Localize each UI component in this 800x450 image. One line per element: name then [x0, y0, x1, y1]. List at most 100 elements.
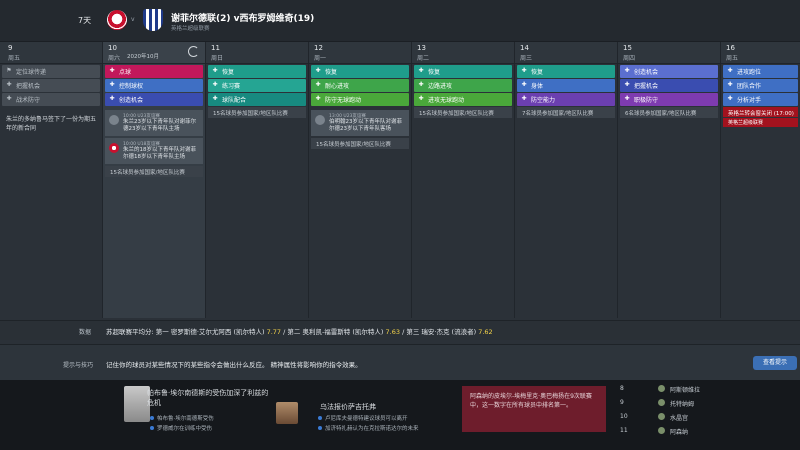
news-note[interactable]: 朱兰的多纳鲁马签下了一份为期五年的新合同	[0, 107, 102, 141]
session-slot[interactable]: ✚ 进攻跑位	[723, 65, 798, 78]
vs-label: v	[131, 16, 135, 23]
international-duty-note[interactable]: 15名球员参加国家/地区队比赛	[311, 138, 409, 149]
day-header: 13 周二	[412, 42, 514, 64]
session-slot[interactable]: ✚ 防空能力	[517, 93, 615, 106]
club-badge-icon	[109, 143, 119, 153]
day-column-12: 12 周一 ✚ 恢复 ✚ 耐心进攻 ✚ 防守无球跑动 13:00 U23友谊赛 伯明翰…	[309, 42, 412, 318]
aerial-icon: ✚	[521, 95, 527, 102]
attack-icon: ✚	[109, 95, 115, 102]
attack-icon: ✚	[315, 81, 321, 88]
session-slot[interactable]: ✚ 恢复	[311, 65, 409, 78]
news-bullet[interactable]: 卢尼库夫曼德特建议球员可以离开	[318, 414, 408, 424]
stats-label: 数据	[79, 329, 92, 336]
friendly-match-event[interactable]: 13:00 U23友谊赛 伯明翰23岁以下青年队对谢菲尔德23岁以下青年队客场	[311, 110, 409, 136]
table-row[interactable]: 8 阿斯顿维拉	[618, 382, 778, 396]
attack-icon: ✚	[727, 67, 733, 74]
session-slot[interactable]: ✚ 创造机会	[105, 93, 203, 106]
club-badge-icon	[658, 385, 665, 392]
club-badge-icon	[658, 399, 665, 406]
day-number: 11	[211, 44, 220, 52]
day-name: 周四	[623, 55, 636, 62]
session-slot[interactable]: ✚ 控制球权	[105, 79, 203, 92]
day-column-9: 9 周五 ⚑ 定位球传递 ✚ 把握机会 ✚ 战术防守 朱兰的多纳鲁马签下了一份为期五年…	[0, 42, 103, 318]
day-header: 16 周五	[721, 42, 800, 64]
competition-name[interactable]: 英格兰超级联赛	[171, 24, 210, 32]
day-header: 12 周一	[309, 42, 411, 64]
day-name: 周日	[211, 55, 224, 62]
international-duty-note[interactable]: 6名球员参加国家/地区队比赛	[620, 107, 718, 118]
session-slot[interactable]: ✚ 职极防守	[620, 93, 718, 106]
day-number: 9	[8, 44, 13, 52]
league-average-ratings[interactable]: 苏超联赛平均分: 第一 密罗斯德·艾尔尤阿西 (凯尔特人) 7.77 / 第二 …	[106, 326, 493, 336]
club-badge-icon	[658, 413, 665, 420]
refresh-icon[interactable]	[188, 46, 199, 57]
view-tip-button[interactable]: 查看提示	[753, 356, 797, 370]
recovery-icon: ✚	[521, 67, 527, 74]
international-duty-note[interactable]: 15名球员参加国家/地区队比赛	[414, 107, 512, 118]
news-bullet[interactable]: 罗德威尔在训练中受伤	[150, 424, 212, 434]
recovery-icon: ✚	[212, 67, 218, 74]
attack-icon: ✚	[6, 81, 12, 88]
analysis-icon: ✚	[727, 95, 733, 102]
session-slot[interactable]: ✚ 球队配合	[208, 93, 306, 106]
news-headline[interactable]: 乌法报价萨吉托弗	[320, 402, 376, 412]
attack-icon: ✚	[624, 67, 630, 74]
session-slot[interactable]: ✚ 防守无球跑动	[311, 93, 409, 106]
news-bullet[interactable]: 帕布鲁·埃尔南德斯受伤	[150, 414, 214, 424]
teamwork-icon: ✚	[727, 81, 733, 88]
session-slot[interactable]: ✚ 恢复	[208, 65, 306, 78]
west-brom-crest-icon[interactable]	[143, 9, 163, 31]
friendly-match-event[interactable]: 10:00 U18友谊赛 朱兰的18岁以下青年队对谢菲尔德18岁以下青年队主场	[105, 138, 203, 164]
sheffield-united-crest-icon[interactable]	[107, 10, 127, 30]
session-slot[interactable]: ✚ 把握机会	[2, 79, 100, 92]
transfer-window-competition[interactable]: 英格兰超级联赛	[723, 118, 798, 127]
table-row[interactable]: 10 水晶宫	[618, 410, 778, 424]
tip-text: 记住你的球员对某些情况下的某些指令会做出什么反应。 精神属性将影响你的指令效果。	[106, 361, 362, 369]
session-slot[interactable]: ⚑ 定位球传递	[2, 65, 100, 78]
month-label: 2020年10月	[127, 54, 159, 60]
movement-icon: ✚	[418, 95, 424, 102]
session-slot[interactable]: ✚ 分析对手	[723, 93, 798, 106]
stat-highlight-card[interactable]: 阿森纳的皮埃尔-埃梅里克·奥巴梅扬在9次联赛中，这一数字在所有球员中排名第一。	[462, 386, 606, 432]
defense-icon: ✚	[315, 95, 321, 102]
day-column-13: 13 周二 ✚ 恢复 ✚ 边路进攻 ✚ 进攻无球跑动 15名球员参加国家/地区队比赛	[412, 42, 515, 318]
day-number: 16	[726, 44, 735, 52]
club-badge-icon	[109, 115, 119, 125]
day-header: 11 周日	[206, 42, 308, 64]
session-slot[interactable]: ✚ 创造机会	[620, 65, 718, 78]
session-slot[interactable]: ✚ 点球	[105, 65, 203, 78]
day-column-14: 14 周三 ✚ 恢复 ✚ 身体 ✚ 防空能力 7名球员参加国家/地区队比赛	[515, 42, 618, 318]
club-badge-icon	[315, 115, 325, 125]
fitness-icon: ✚	[521, 81, 527, 88]
session-slot[interactable]: ✚ 边路进攻	[414, 79, 512, 92]
friendly-match-event[interactable]: 10:00 U23友谊赛 朱兰23岁以下青年队对谢菲尔德23岁以下青年队主场	[105, 110, 203, 136]
session-slot[interactable]: ✚ 耐心进攻	[311, 79, 409, 92]
day-column-15: 15 周四 ✚ 创造机会 ✚ 把握机会 ✚ 职极防守 6名球员参加国家/地区队比赛	[618, 42, 721, 318]
day-name: 周二	[417, 55, 430, 62]
session-slot[interactable]: ✚ 练习赛	[208, 79, 306, 92]
session-slot[interactable]: ✚ 恢复	[414, 65, 512, 78]
international-duty-note[interactable]: 15名球员参加国家/地区队比赛	[208, 107, 306, 118]
day-header: 15 周四	[618, 42, 720, 64]
set-piece-icon: ⚑	[6, 67, 12, 74]
transfer-window-note[interactable]: 英格兰转会窗关闭 (17:00)	[723, 107, 798, 117]
table-row[interactable]: 11 阿森纳	[618, 424, 778, 438]
tips-label: 提示与技巧	[63, 362, 94, 369]
news-bullet[interactable]: 加济特扎赫认为在克拉斯诺达尔的未来	[318, 424, 419, 434]
possession-icon: ✚	[109, 81, 115, 88]
session-slot[interactable]: ✚ 进攻无球跑动	[414, 93, 512, 106]
international-duty-note[interactable]: 7名球员参加国家/地区队比赛	[517, 107, 615, 118]
international-duty-note[interactable]: 15名球员参加国家/地区队比赛	[105, 166, 203, 177]
day-column-11: 11 周日 ✚ 恢复 ✚ 练习赛 ✚ 球队配合 15名球员参加国家/地区队比赛	[206, 42, 309, 318]
news-headline[interactable]: 帕布鲁·埃尔南德斯的受伤加深了利兹的危机	[147, 388, 272, 408]
match-title[interactable]: 谢菲尔德联(2) v西布罗姆维奇(19)	[171, 11, 314, 24]
session-slot[interactable]: ✚ 身体	[517, 79, 615, 92]
day-number: 13	[417, 44, 426, 52]
session-slot[interactable]: ✚ 恢复	[517, 65, 615, 78]
session-slot[interactable]: ✚ 把握机会	[620, 79, 718, 92]
player-photo[interactable]	[276, 402, 298, 424]
session-slot[interactable]: ✚ 战术防守	[2, 93, 100, 106]
session-slot[interactable]: ✚ 团队合作	[723, 79, 798, 92]
days-label: 7天	[78, 16, 92, 25]
table-row[interactable]: 9 托特纳姆	[618, 396, 778, 410]
